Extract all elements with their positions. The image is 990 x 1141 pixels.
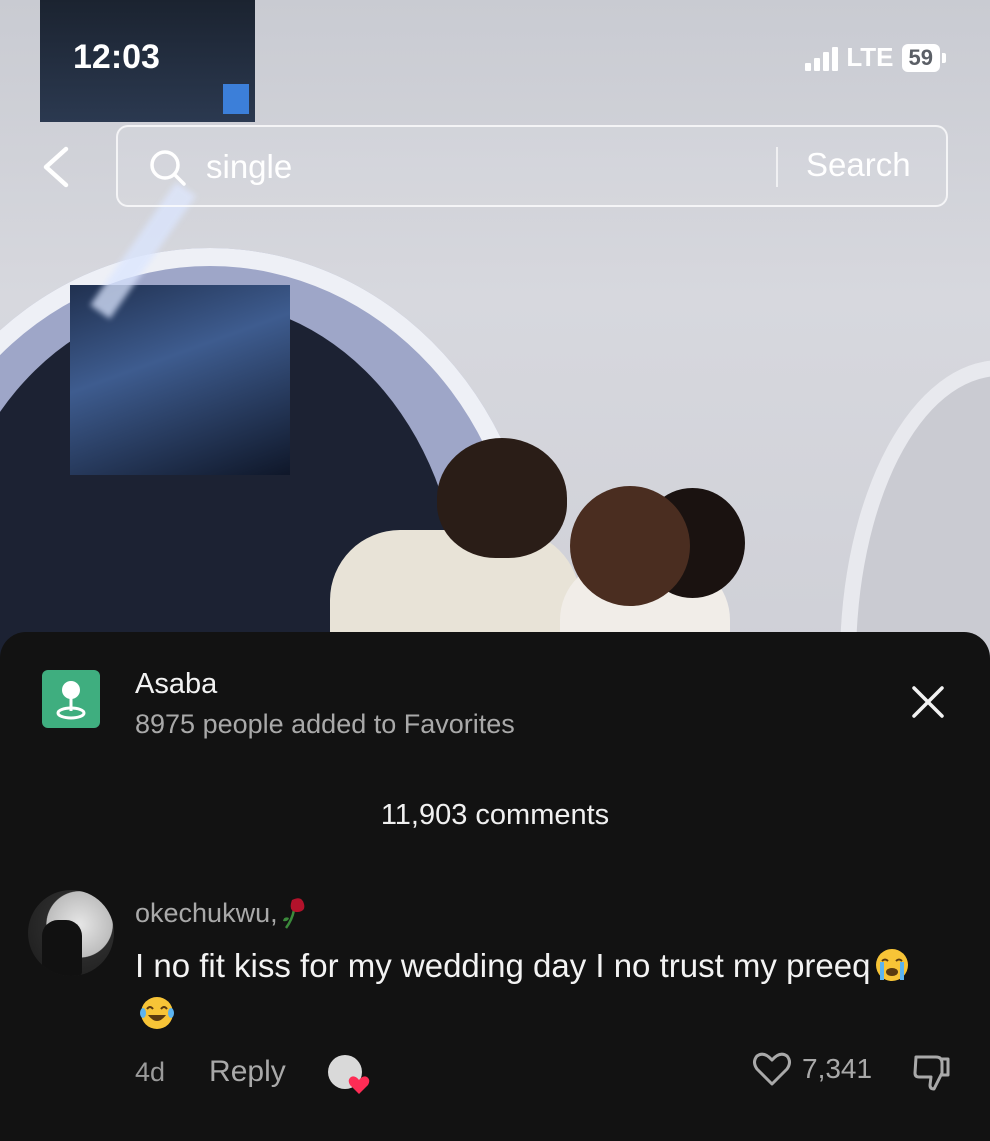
- comment-age: 4d: [135, 1056, 166, 1087]
- heart-badge-icon: [348, 1075, 370, 1095]
- back-arrow-icon[interactable]: [36, 143, 76, 191]
- close-icon[interactable]: [908, 682, 948, 722]
- battery-level: 59: [901, 43, 940, 72]
- wilted-rose-icon: [280, 896, 310, 930]
- creator-liked-avatar: [327, 1055, 370, 1094]
- like-count: 7,341: [802, 1053, 873, 1084]
- status-time: 12:03: [73, 38, 160, 76]
- place-name[interactable]: Asaba: [135, 668, 217, 701]
- video-frame[interactable]: [0, 0, 990, 660]
- location-pin-icon[interactable]: [42, 670, 100, 728]
- like-button[interactable]: 7,341: [752, 1051, 872, 1087]
- groom-head: [437, 438, 567, 558]
- comment-text: I no fit kiss for my wedding day I no tr…: [135, 942, 935, 1038]
- search-bar: Search: [116, 125, 948, 207]
- search-icon: [148, 148, 188, 188]
- signal-icon: [805, 45, 839, 71]
- battery-icon: 59: [901, 43, 946, 72]
- search-input[interactable]: [206, 146, 746, 188]
- reply-button[interactable]: Reply: [209, 1055, 286, 1089]
- tears-of-joy-face-icon: [139, 995, 175, 1031]
- comment-meta: 4d Reply: [135, 1055, 370, 1094]
- comments-panel: Asaba 8975 people added to Favorites 11,…: [0, 632, 990, 1141]
- comment-body: I no fit kiss for my wedding day I no tr…: [135, 947, 871, 984]
- comments-count: 11,903 comments: [380, 799, 610, 831]
- bride-head: [570, 486, 690, 606]
- favorites-count: 8975 people added to Favorites: [135, 709, 515, 739]
- stage-arch-right: [840, 360, 990, 660]
- username-text: okechukwu,: [135, 897, 278, 928]
- search-button[interactable]: Search: [806, 146, 911, 184]
- heart-outline-icon: [752, 1051, 792, 1087]
- status-indicators: LTE 59: [805, 42, 946, 73]
- loudly-crying-face-icon: [874, 947, 910, 983]
- comment-username[interactable]: okechukwu,: [135, 896, 310, 930]
- dislike-icon[interactable]: [910, 1053, 952, 1093]
- network-type: LTE: [846, 42, 894, 72]
- avatar[interactable]: [28, 890, 114, 976]
- search-divider: [776, 147, 778, 187]
